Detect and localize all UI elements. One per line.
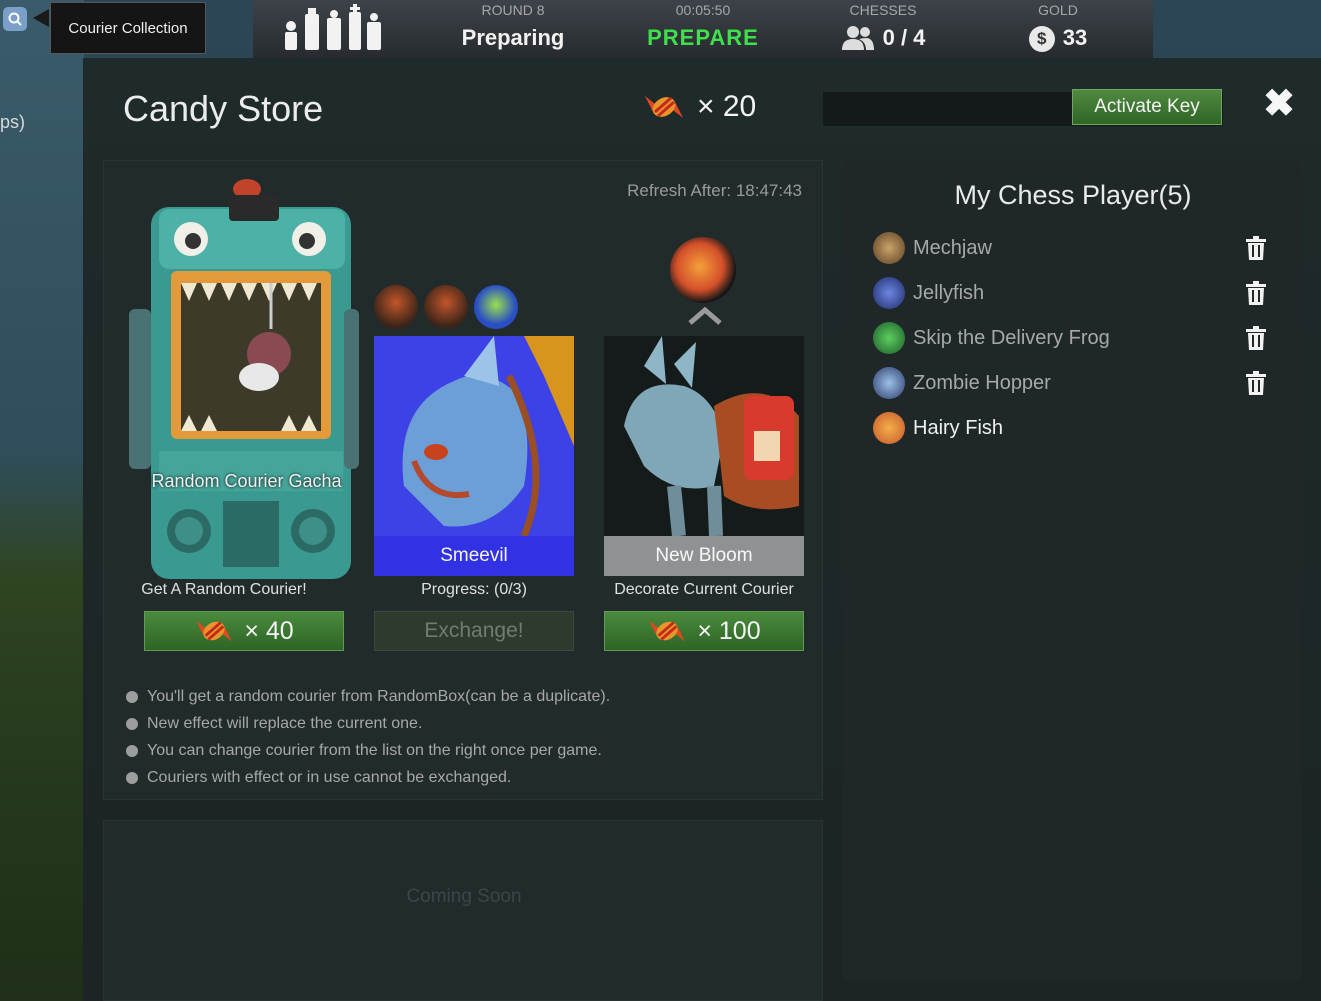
chess-player-panel: My Chess Player(5) Mechjaw Jellyfish Ski… <box>843 160 1301 980</box>
coming-soon-text: Coming Soon <box>406 886 522 907</box>
chess-player-name: Skip the Delivery Frog <box>913 326 1110 349</box>
chesses-stat: CHESSES 0 / 4 <box>813 0 953 56</box>
refresh-timer: Refresh After: 18:47:43 <box>627 181 802 200</box>
decorate-caption: Decorate Current Courier <box>614 581 794 598</box>
mechjaw-icon <box>873 232 905 264</box>
chesses-label: CHESSES <box>849 2 917 18</box>
timer-phase: PREPARE <box>647 25 759 50</box>
gacha-machine-card[interactable]: Random Courier Gacha <box>124 171 359 579</box>
chess-player-item[interactable]: Mechjaw <box>873 228 1273 268</box>
gacha-machine-illustration <box>129 179 359 579</box>
hairy-fish-avatar <box>670 237 736 303</box>
search-icon[interactable] <box>3 7 27 31</box>
round-label: ROUND 8 <box>481 2 545 18</box>
candy-count: × 20 <box>697 90 757 123</box>
background-left-strip <box>0 0 84 1001</box>
chess-player-name: Mechjaw <box>913 236 992 259</box>
gold-value-row: $33 <box>993 20 1123 56</box>
candy-icon <box>196 620 233 642</box>
chevron-up-icon <box>688 307 722 325</box>
candy-store-dialog: Candy Store × 20 Activate Key ✖ Refresh … <box>83 58 1321 1001</box>
chess-pieces-icon <box>285 4 381 50</box>
people-icon <box>841 26 874 50</box>
top-status-bar: ROUND 8 Preparing 00:05:50 PREPARE CHESS… <box>253 0 1153 61</box>
gold-stat: GOLD $33 <box>993 0 1123 56</box>
jellyfish-icon <box>873 277 905 309</box>
round-phase: Preparing <box>461 25 565 50</box>
chess-player-title: My Chess Player(5) <box>954 180 1192 210</box>
chess-player-name: Jellyfish <box>913 281 985 304</box>
close-icon[interactable]: ✖ <box>1263 85 1295 123</box>
chess-player-item-selected[interactable]: Hairy Fish <box>873 408 1273 448</box>
courier-avatar <box>424 285 468 329</box>
zombie-hopper-icon <box>873 367 905 399</box>
chess-player-item[interactable]: Skip the Delivery Frog <box>873 318 1273 358</box>
dialog-title: Candy Store <box>123 88 324 129</box>
hairy-fish-icon <box>873 412 905 444</box>
chess-player-name: Hairy Fish <box>913 416 1004 439</box>
timer-label: 00:05:50 <box>675 2 731 18</box>
exchange-button[interactable]: Exchange! <box>374 611 574 651</box>
frog-icon <box>873 322 905 354</box>
tooltip-arrow <box>33 9 49 27</box>
chesses-value-row: 0 / 4 <box>813 20 953 56</box>
note-item: You can change courier from the list on … <box>126 737 610 764</box>
chess-player-item[interactable]: Zombie Hopper <box>873 363 1273 403</box>
decoration-price: × 100 <box>697 616 761 645</box>
candy-icon <box>649 620 686 642</box>
gacha-name: Random Courier Gacha <box>151 471 342 491</box>
store-panel: Refresh After: 18:47:43 Random Courier G… <box>103 160 823 800</box>
courier-avatar <box>474 285 518 329</box>
courier-avatar <box>374 285 418 329</box>
smeevil-name: Smeevil <box>374 536 574 576</box>
new-bloom-art <box>604 336 804 536</box>
trash-icon[interactable] <box>1245 326 1267 350</box>
gold-label: GOLD <box>1038 2 1078 18</box>
exchange-progress: Progress: (0/3) <box>421 581 527 598</box>
gold-amount: 33 <box>1062 25 1088 50</box>
background-partial-text: ps) <box>0 112 26 132</box>
note-item: You'll get a random courier from RandomB… <box>126 683 610 710</box>
candy-icon <box>645 96 683 118</box>
gacha-price: × 40 <box>244 616 294 645</box>
note-item: New effect will replace the current one. <box>126 710 610 737</box>
buy-gacha-button[interactable]: × 40 <box>144 611 344 651</box>
dollar-coin-icon: $ <box>1028 26 1055 53</box>
chesses-count: 0 / 4 <box>882 25 926 50</box>
timer-stat: 00:05:50 PREPARE <box>623 0 783 56</box>
note-item: Couriers with effect or in use cannot be… <box>126 764 610 791</box>
trash-icon[interactable] <box>1245 236 1267 260</box>
store-notes: You'll get a random courier from RandomB… <box>126 683 610 791</box>
courier-collection-tooltip: Courier Collection <box>50 2 206 54</box>
activate-key-button[interactable]: Activate Key <box>1072 89 1222 125</box>
smeevil-art <box>374 336 574 536</box>
buy-decoration-button[interactable]: × 100 <box>604 611 804 651</box>
new-bloom-name: New Bloom <box>604 536 804 576</box>
chess-player-item[interactable]: Jellyfish <box>873 273 1273 313</box>
coming-soon-panel: Coming Soon <box>103 820 823 1001</box>
chess-player-name: Zombie Hopper <box>913 371 1051 394</box>
candy-balance: × 20 <box>643 90 756 124</box>
trash-icon[interactable] <box>1245 371 1267 395</box>
round-stat: ROUND 8 Preparing <box>433 0 593 56</box>
gacha-caption: Get A Random Courier! <box>141 581 307 598</box>
trash-icon[interactable] <box>1245 281 1267 305</box>
